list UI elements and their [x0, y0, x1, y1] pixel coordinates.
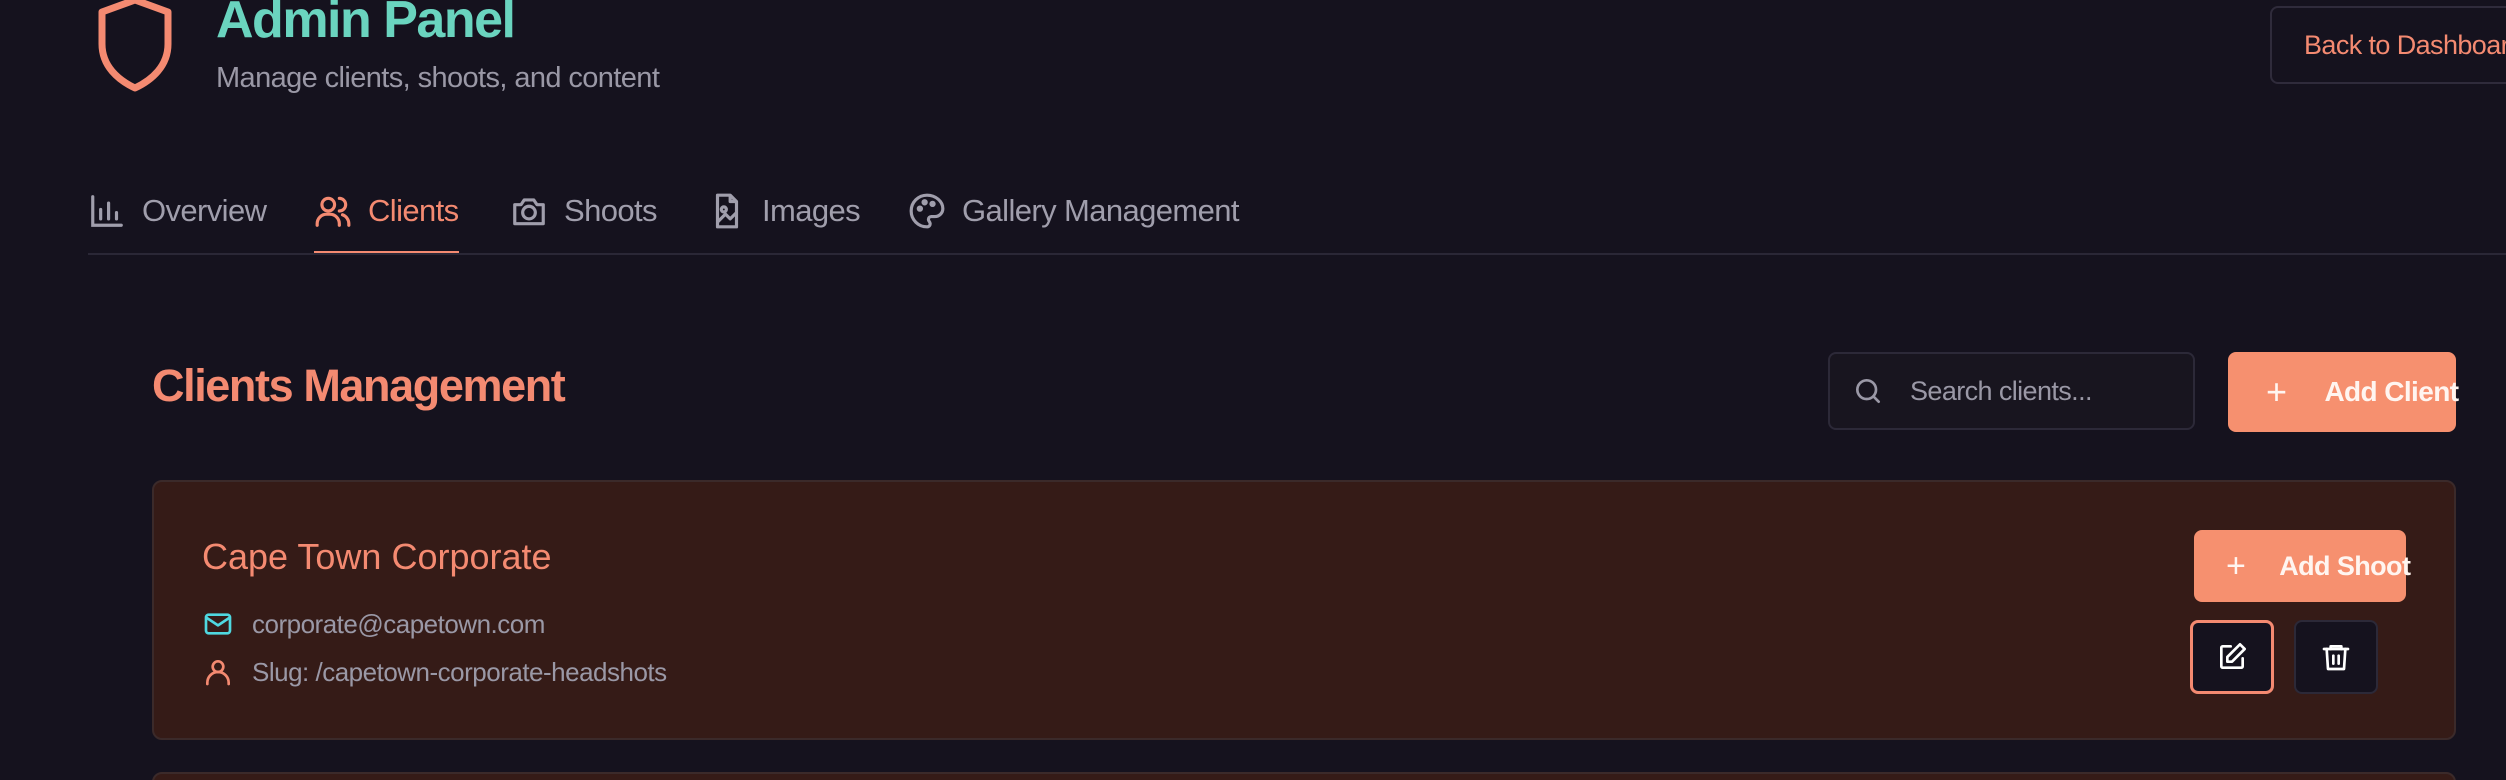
- plus-icon: +: [2266, 371, 2287, 412]
- tab-overview-label: Overview: [142, 193, 267, 228]
- shield-icon: [98, 0, 172, 92]
- camera-icon: [513, 198, 545, 226]
- tab-overview[interactable]: Overview: [88, 168, 267, 254]
- image-file-icon: [715, 193, 739, 229]
- client-slug: Slug: /capetown-corporate-headshots: [252, 656, 667, 687]
- tab-clients-label: Clients: [368, 193, 459, 228]
- plus-icon: +: [2226, 546, 2246, 585]
- tab-gallery-management-label: Gallery Management: [962, 193, 1240, 228]
- admin-page: Admin Panel Manage clients, shoots, and …: [0, 0, 2506, 780]
- mail-icon: [204, 613, 232, 635]
- users-icon: [315, 196, 351, 227]
- bar-chart-icon: [91, 195, 123, 227]
- add-client-button[interactable]: + Add Client: [2228, 352, 2459, 432]
- tab-clients[interactable]: Clients: [314, 168, 459, 255]
- client-card: [152, 772, 2456, 780]
- client-card: Cape Town Corporate corporate@capetown.c…: [152, 480, 2456, 740]
- tab-divider: [88, 253, 2506, 255]
- page-subtitle: Manage clients, shoots, and content: [216, 62, 660, 94]
- delete-client-button[interactable]: [2294, 620, 2378, 694]
- tab-gallery-management[interactable]: Gallery Management: [908, 168, 1240, 254]
- tab-shoots-label: Shoots: [564, 193, 658, 228]
- add-shoot-label: Add Shoot: [2279, 550, 2411, 581]
- tab-shoots[interactable]: Shoots: [510, 168, 658, 254]
- tab-images[interactable]: Images: [708, 168, 861, 254]
- page-title: Admin Panel: [216, 0, 516, 49]
- section-title: Clients Management: [152, 360, 566, 411]
- back-to-dashboard-button[interactable]: Back to Dashboard: [2270, 6, 2506, 84]
- search-input[interactable]: [1908, 374, 2172, 408]
- client-email: corporate@capetown.com: [252, 608, 545, 639]
- add-client-label: Add Client: [2324, 376, 2459, 407]
- trash-icon: [2322, 645, 2350, 671]
- user-icon: [206, 660, 230, 686]
- search-box: [1828, 352, 2195, 430]
- edit-icon: [2220, 643, 2246, 669]
- client-email-row: corporate@capetown.com: [202, 608, 545, 640]
- edit-client-button[interactable]: [2190, 620, 2274, 694]
- add-shoot-button[interactable]: + Add Shoot: [2194, 530, 2411, 602]
- search-icon: [1856, 379, 1880, 403]
- tab-bar: Overview Clients Shoots Images Gallery M…: [88, 168, 2506, 255]
- palette-icon: [909, 193, 945, 229]
- client-name: Cape Town Corporate: [202, 536, 552, 577]
- client-slug-row: Slug: /capetown-corporate-headshots: [202, 656, 667, 688]
- tab-images-label: Images: [762, 193, 861, 228]
